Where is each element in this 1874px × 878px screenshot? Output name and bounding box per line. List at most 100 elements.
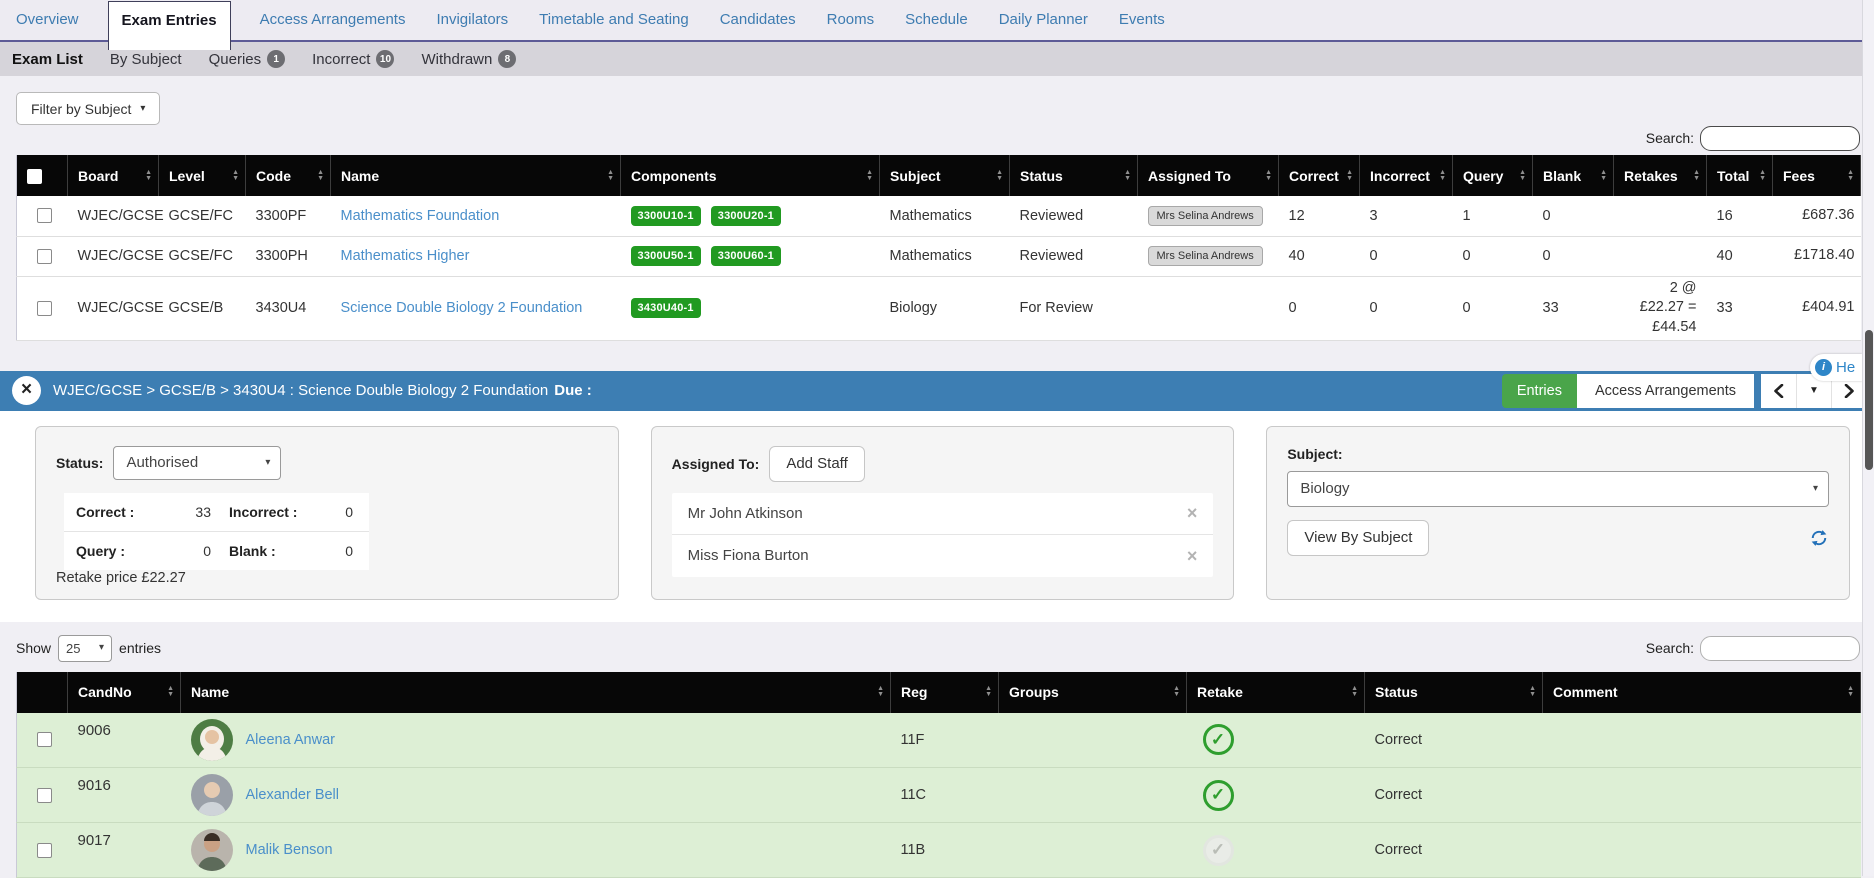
sort-icon: ▲▼ [877, 686, 884, 698]
column-header-name[interactable]: Name▲▼ [331, 155, 621, 196]
column-header-groups[interactable]: Groups▲▼ [999, 672, 1187, 713]
tab-events[interactable]: Events [1117, 0, 1167, 40]
column-header-correct[interactable]: Correct▲▼ [1279, 155, 1360, 196]
subnav-queries[interactable]: Queries 1 [209, 50, 286, 68]
exam-search-input[interactable] [1700, 126, 1860, 151]
tab-candidates[interactable]: Candidates [718, 0, 798, 40]
retake-check-icon[interactable]: ✓ [1203, 724, 1234, 755]
retake-check-icon[interactable]: ✓ [1203, 780, 1234, 811]
filter-by-subject-button[interactable]: Filter by Subject ▾ [16, 92, 160, 125]
exam-name-link[interactable]: Science Double Biology 2 Foundation [341, 300, 583, 316]
candidate-row-checkbox[interactable] [37, 843, 52, 858]
tab-access-arrangements[interactable]: Access Arrangements [258, 0, 408, 40]
top-nav: Overview Exam Entries Access Arrangement… [0, 0, 1874, 42]
status-cell: Reviewed [1010, 196, 1138, 236]
exam-row-checkbox[interactable] [37, 301, 52, 316]
subnav-withdrawn[interactable]: Withdrawn 8 [421, 50, 516, 68]
exam-detail-panel: i He × WJEC/GCSE > GCSE/B > 3430U4 : Sci… [0, 371, 1874, 622]
status-cell: Reviewed [1010, 236, 1138, 276]
tab-timetable-and-seating[interactable]: Timetable and Seating [537, 0, 691, 40]
correct-cell: 12 [1279, 196, 1360, 236]
add-staff-button[interactable]: Add Staff [769, 446, 864, 482]
level-cell: GCSE/B [159, 276, 246, 340]
subject-card: Subject: Biology ▾ View By Subject [1266, 426, 1850, 600]
column-header-board[interactable]: Board▲▼ [68, 155, 159, 196]
tab-schedule[interactable]: Schedule [903, 0, 970, 40]
view-by-subject-button[interactable]: View By Subject [1287, 520, 1429, 556]
show-label: Show [16, 640, 51, 656]
column-header-blank[interactable]: Blank▲▼ [1533, 155, 1614, 196]
assigned-to-label: Assigned To: [672, 456, 760, 472]
candidate-name-link[interactable]: Aleena Anwar [246, 732, 335, 748]
sort-icon: ▲▼ [1265, 170, 1272, 182]
column-header-status[interactable]: Status▲▼ [1010, 155, 1138, 196]
select-all-checkbox[interactable] [27, 169, 42, 184]
query-cell: 0 [1453, 276, 1533, 340]
column-header-level[interactable]: Level▲▼ [159, 155, 246, 196]
reg-cell: 11C [891, 768, 999, 823]
close-panel-button[interactable]: × [12, 376, 41, 405]
component-badge: 3300U60-1 [711, 246, 781, 266]
access-arrangements-tab-button[interactable]: Access Arrangements [1577, 374, 1754, 408]
page-size-select[interactable]: 25 ▾ [58, 635, 112, 662]
tab-overview[interactable]: Overview [14, 0, 81, 40]
retake-price-label: Retake price £22.27 [56, 570, 186, 586]
exam-search-row: Search: [0, 125, 1860, 151]
refresh-icon[interactable] [1809, 528, 1829, 548]
column-header-query[interactable]: Query▲▼ [1453, 155, 1533, 196]
remove-staff-icon[interactable]: × [1187, 547, 1198, 565]
candidate-search-input[interactable] [1700, 636, 1860, 661]
column-header-retakes[interactable]: Retakes▲▼ [1614, 155, 1707, 196]
column-header-code[interactable]: Code▲▼ [246, 155, 331, 196]
status-label: Status: [56, 455, 103, 471]
previous-exam-button[interactable] [1761, 374, 1796, 408]
candidate-row-checkbox[interactable] [37, 732, 52, 747]
subject-select[interactable]: Biology ▾ [1287, 471, 1829, 507]
column-header-reg[interactable]: Reg▲▼ [891, 672, 999, 713]
entry-stats: Correct : 33 Incorrect : 0 Query : 0 Bla… [64, 493, 369, 570]
subject-cell: Mathematics [880, 196, 1010, 236]
sort-icon: ▲▼ [1759, 170, 1766, 182]
tab-invigilators[interactable]: Invigilators [434, 0, 510, 40]
candidate-name-link[interactable]: Alexander Bell [246, 787, 340, 803]
entries-tab-button[interactable]: Entries [1502, 374, 1577, 408]
incorrect-header-label: Incorrect [1370, 168, 1430, 184]
column-header-candno[interactable]: CandNo▲▼ [68, 672, 181, 713]
exam-name-link[interactable]: Mathematics Foundation [341, 208, 500, 224]
exam-name-link[interactable]: Mathematics Higher [341, 248, 470, 264]
status-select[interactable]: Authorised ▾ [113, 446, 281, 480]
column-header-subject[interactable]: Subject▲▼ [880, 155, 1010, 196]
tab-exam-entries[interactable]: Exam Entries [108, 1, 231, 50]
subnav-by-subject[interactable]: By Subject [110, 51, 182, 68]
component-badge: 3300U20-1 [711, 206, 781, 226]
column-header-total[interactable]: Total▲▼ [1707, 155, 1773, 196]
retake-faded-check-icon[interactable]: ✓ [1203, 835, 1234, 866]
help-tab[interactable]: i He [1810, 354, 1862, 381]
candidate-row-checkbox[interactable] [37, 788, 52, 803]
tab-daily-planner[interactable]: Daily Planner [997, 0, 1090, 40]
column-header-incorrect[interactable]: Incorrect▲▼ [1360, 155, 1453, 196]
column-header-cand-status[interactable]: Status▲▼ [1365, 672, 1543, 713]
column-header-components[interactable]: Components▲▼ [621, 155, 880, 196]
scrollbar-thumb[interactable] [1865, 330, 1873, 470]
subnav-exam-list[interactable]: Exam List [12, 51, 83, 68]
subnav-incorrect[interactable]: Incorrect 10 [312, 50, 394, 68]
remove-staff-icon[interactable]: × [1187, 504, 1198, 522]
column-header-assigned-to[interactable]: Assigned To▲▼ [1138, 155, 1279, 196]
subject-cell: Biology [880, 276, 1010, 340]
fees-cell: £687.36 [1773, 196, 1861, 236]
column-header-comment[interactable]: Comment▲▼ [1543, 672, 1861, 713]
column-header-cand-name[interactable]: Name▲▼ [181, 672, 891, 713]
exam-row-checkbox[interactable] [37, 249, 52, 264]
exam-row-checkbox[interactable] [37, 208, 52, 223]
column-header-retake[interactable]: Retake▲▼ [1187, 672, 1365, 713]
cand-status-cell: Correct [1365, 823, 1543, 878]
level-cell: GCSE/FC [159, 236, 246, 276]
code-cell: 3300PH [246, 236, 331, 276]
board-cell: WJEC/GCSE [68, 276, 159, 340]
tab-rooms[interactable]: Rooms [825, 0, 877, 40]
candidate-name-link[interactable]: Malik Benson [246, 842, 333, 858]
column-header-fees[interactable]: Fees▲▼ [1773, 155, 1861, 196]
blank-stat-value: 0 [331, 543, 371, 559]
fees-cell: £404.91 [1773, 276, 1861, 340]
